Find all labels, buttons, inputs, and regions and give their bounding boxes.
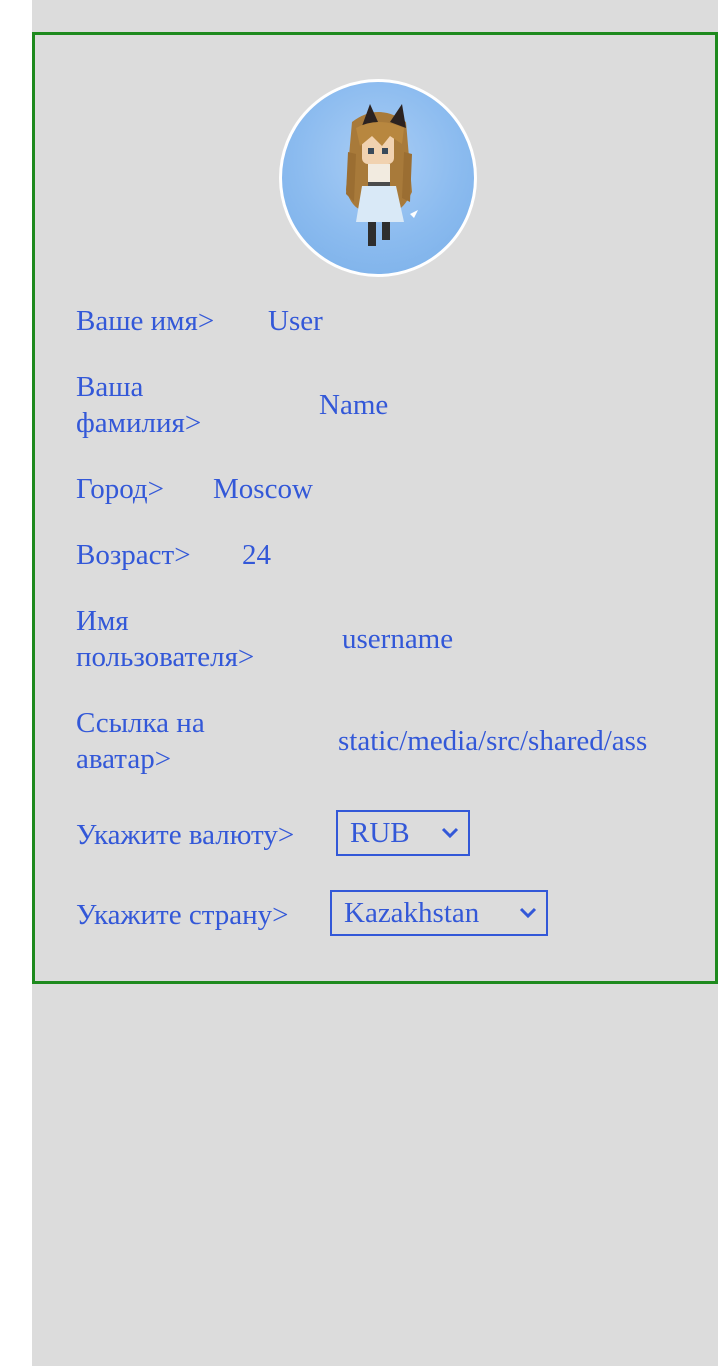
field-value: static/media/src/shared/ass (338, 725, 648, 757)
field-username: Имя пользователя> username (76, 603, 676, 675)
profile-card: Ваше имя> User Ваша фамилия> Name Город>… (32, 32, 718, 984)
field-city: Город> Moscow (76, 471, 676, 511)
field-label: Укажите валюту> (76, 819, 295, 851)
field-last-name: Ваша фамилия> Name (76, 369, 676, 441)
field-country: Укажите страну> Kazakhstan (76, 890, 696, 945)
field-value: User (268, 305, 323, 337)
chevron-down-icon (519, 907, 537, 919)
avatar-anime-girl-icon (346, 104, 418, 246)
field-first-name: Ваше имя> User (76, 303, 676, 343)
currency-select[interactable]: RUB (336, 810, 470, 856)
chevron-down-icon (441, 827, 459, 839)
field-currency: Укажите валюту> RUB (76, 810, 696, 865)
field-label: Укажите страну> (76, 899, 289, 931)
field-label: Ваше имя> (76, 305, 215, 337)
avatar (279, 79, 477, 277)
country-selected-value: Kazakhstan (344, 897, 480, 929)
field-label: Возраст> (76, 539, 191, 571)
field-value: 24 (242, 539, 271, 571)
field-value: username (342, 623, 454, 655)
field-label: Имя пользователя> (76, 605, 255, 673)
currency-selected-value: RUB (350, 817, 410, 849)
field-value: Moscow (213, 473, 313, 505)
field-label: Ваша фамилия> (76, 371, 202, 439)
field-avatar-link: Ссылка на аватар> static/media/src/share… (76, 705, 676, 777)
field-value: Name (319, 389, 389, 421)
field-label: Город> (76, 473, 164, 505)
field-label: Ссылка на аватар> (76, 707, 205, 775)
country-select[interactable]: Kazakhstan (330, 890, 548, 936)
field-age: Возраст> 24 (76, 537, 676, 577)
